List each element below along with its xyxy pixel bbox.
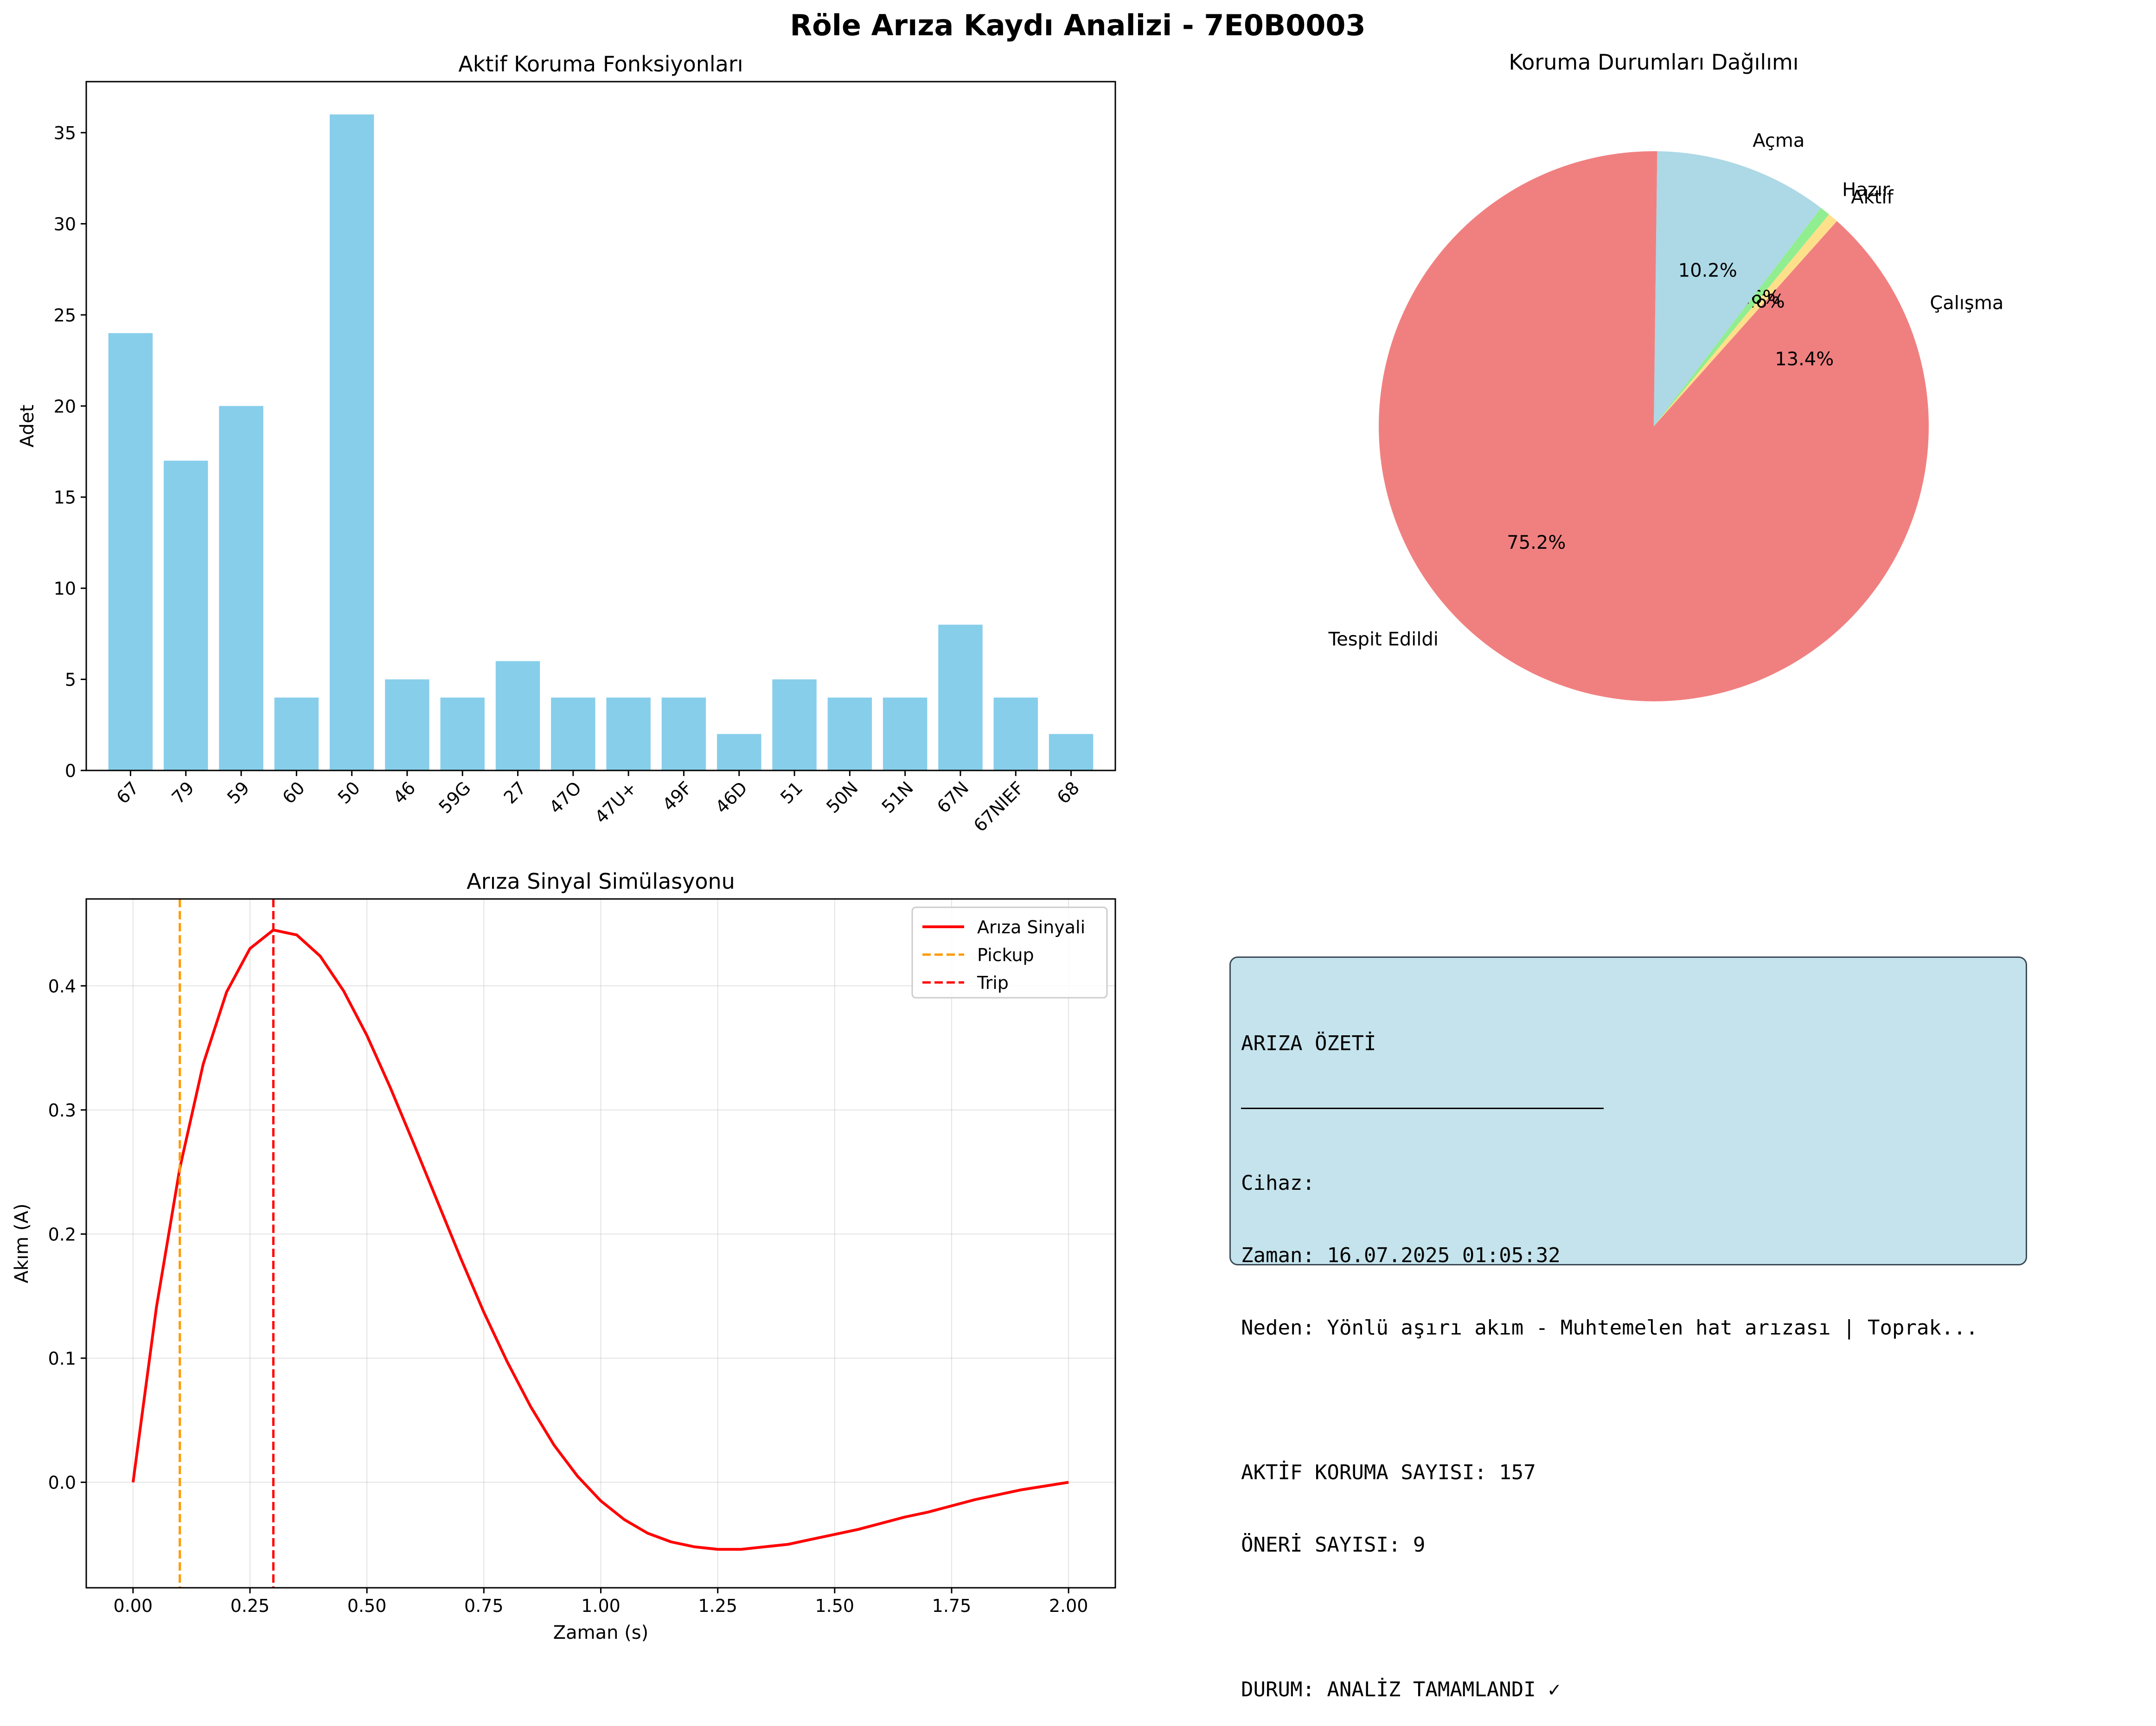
x-tick-label: 1.00 <box>581 1596 621 1616</box>
x-tick-label: 60 <box>278 777 308 808</box>
summary-time: Zaman: 16.07.2025 01:05:32 <box>1241 1244 1561 1267</box>
x-tick-label: 0.25 <box>230 1596 270 1616</box>
x-tick-label: 79 <box>168 777 198 808</box>
summary-box: ARIZA ÖZETİ Cihaz: Zaman: 16.07.2025 01:… <box>1229 956 2027 1701</box>
summary-spacer <box>1241 1388 2026 1412</box>
x-tick-label: 49F <box>659 777 696 815</box>
x-tick-label: 67NIEF <box>970 777 1028 836</box>
y-tick-label: 20 <box>54 396 76 417</box>
pie-slice-label: Hazır <box>1842 180 1890 201</box>
summary-active-count: AKTİF KORUMA SAYISI: 157 <box>1241 1461 1536 1484</box>
x-tick-label: 0.50 <box>347 1596 387 1616</box>
x-tick-label: 68 <box>1053 777 1083 808</box>
summary-reason: Neden: Yönlü aşırı akım - Muhtemelen hat… <box>1241 1316 1978 1340</box>
bar <box>164 461 208 770</box>
bar <box>717 734 761 770</box>
x-tick-label: 47O <box>545 777 585 817</box>
x-tick-label: 51 <box>776 777 806 808</box>
pie-pct-label: 10.2% <box>1678 260 1737 282</box>
pie-slice-label: Tespit Edildi <box>1328 629 1438 650</box>
y-tick-label: 5 <box>65 670 76 690</box>
y-tick-label: 35 <box>54 123 76 143</box>
summary-suggestion-count: ÖNERİ SAYISI: 9 <box>1241 1533 1426 1557</box>
x-tick-label: 1.75 <box>932 1596 972 1616</box>
line-chart-title: Arıza Sinyal Simülasyonu <box>467 869 735 894</box>
figure-title: Röle Arıza Kaydı Analizi - 7E0B0003 <box>790 8 1365 42</box>
bar <box>108 333 153 770</box>
line-chart: Arıza Sinyal Simülasyonu 0.00 0.25 0.50 0.75… <box>11 869 1116 1643</box>
bar <box>385 679 429 770</box>
x-tick-label: 67N <box>933 777 972 817</box>
y-tick-label: 0.2 <box>48 1224 76 1245</box>
x-tick-label: 2.00 <box>1049 1596 1088 1616</box>
x-tick-label: 0.00 <box>114 1596 153 1616</box>
y-tick-label: 25 <box>54 305 76 326</box>
bar <box>1049 734 1094 770</box>
bar <box>772 679 817 770</box>
bar <box>329 114 374 771</box>
bar-chart-title: Aktif Koruma Fonksiyonları <box>458 51 743 77</box>
bar <box>993 697 1038 770</box>
summary-spacer <box>1241 1605 2026 1630</box>
bar <box>495 661 540 770</box>
y-tick-label: 15 <box>54 488 76 508</box>
y-tick-label: 0.3 <box>48 1100 76 1121</box>
y-tick-label: 0.1 <box>48 1348 76 1369</box>
x-tick-label: 50N <box>822 777 862 817</box>
x-tick-label: 59G <box>435 777 474 817</box>
y-tick-label: 0 <box>65 761 76 781</box>
pie-chart: Koruma Durumları DağılımıÇalışma13.4%Akt… <box>1328 50 2003 701</box>
x-tick-label: 51N <box>878 777 917 817</box>
pie-pct-label: 13.4% <box>1775 349 1834 370</box>
x-tick-label: 1.50 <box>815 1596 855 1616</box>
y-tick-label: 30 <box>54 214 76 234</box>
summary-status: DURUM: ANALİZ TAMAMLANDI ✓ <box>1241 1678 1561 1701</box>
bar <box>661 697 706 770</box>
summary-divider <box>1241 1108 1604 1109</box>
bar <box>274 697 319 770</box>
x-tick-label: 59 <box>223 777 253 808</box>
pie-slice-label: Açma <box>1753 130 1804 152</box>
x-tick-label: 47U+ <box>591 777 640 827</box>
bar <box>827 697 872 770</box>
y-tick-label: 0.0 <box>48 1473 76 1493</box>
x-tick-label: 27 <box>500 777 530 808</box>
bar <box>551 697 595 770</box>
summary-title: ARIZA ÖZETİ <box>1241 1032 1376 1055</box>
y-tick-label: 10 <box>54 578 76 599</box>
y-tick-label: 0.4 <box>48 976 76 996</box>
x-tick-label: 50 <box>334 777 364 808</box>
x-tick-label: 1.25 <box>698 1596 737 1616</box>
bar <box>938 624 983 770</box>
bar-chart: Aktif Koruma Fonksiyonları 0 5 10 15 20 25 30 35… <box>17 51 1116 836</box>
summary-device: Cihaz: <box>1241 1171 1315 1195</box>
bar <box>883 697 928 770</box>
pie-pct-label: 75.2% <box>1507 532 1566 553</box>
legend-label: Pickup <box>977 945 1034 965</box>
x-tick-label: 46D <box>711 777 751 817</box>
bar <box>606 697 651 770</box>
bar <box>440 697 485 770</box>
x-tick-label: 0.75 <box>464 1596 504 1616</box>
y-axis-label: Adet <box>17 404 38 447</box>
pie-slice-label: Çalışma <box>1930 292 2003 314</box>
pie-chart-title: Koruma Durumları Dağılımı <box>1509 50 1798 75</box>
x-axis-label: Zaman (s) <box>553 1622 649 1643</box>
legend-label: Trip <box>977 973 1009 993</box>
x-tick-label: 46 <box>389 777 419 808</box>
bar <box>219 406 263 770</box>
y-axis-label: Akım (A) <box>11 1204 32 1283</box>
x-tick-label: 67 <box>112 777 142 808</box>
legend-label: Arıza Sinyali <box>977 917 1085 937</box>
